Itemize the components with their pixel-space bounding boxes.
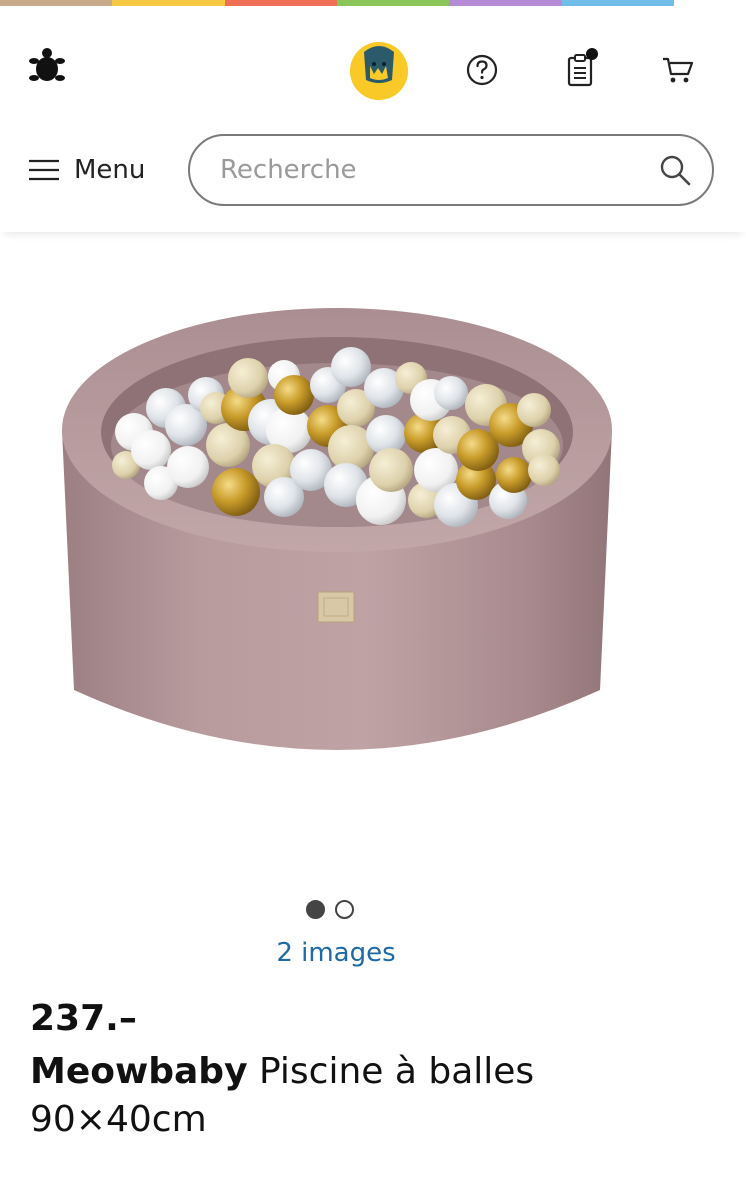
image-count-link[interactable]: 2 images <box>0 938 672 968</box>
product-brand[interactable]: Meowbaby <box>30 1051 248 1092</box>
search-bar <box>188 134 714 206</box>
product-price: 237.– <box>30 998 137 1039</box>
help-question-icon[interactable] <box>464 50 500 90</box>
gallery-pagination <box>306 900 354 919</box>
search-icon[interactable] <box>658 153 692 187</box>
product-image[interactable] <box>56 300 618 800</box>
gallery-dot[interactable] <box>335 900 354 919</box>
menu-button[interactable]: Menu <box>28 152 145 188</box>
product-name: Piscine à balles <box>258 1051 535 1092</box>
gallery-dot-active[interactable] <box>306 900 325 919</box>
hamburger-icon <box>29 159 59 181</box>
notification-dot <box>586 48 598 60</box>
turtle-logo-icon[interactable] <box>28 46 66 86</box>
orders-list-icon[interactable] <box>562 48 598 90</box>
menu-label: Menu <box>74 155 146 185</box>
product-title: Meowbaby Piscine à balles 90×40cm <box>30 1048 710 1144</box>
cart-icon[interactable] <box>660 50 696 90</box>
product-size: 90×40cm <box>30 1099 207 1140</box>
search-input[interactable] <box>220 155 658 185</box>
site-header: Menu <box>0 6 746 232</box>
user-avatar-icon[interactable] <box>350 42 408 100</box>
